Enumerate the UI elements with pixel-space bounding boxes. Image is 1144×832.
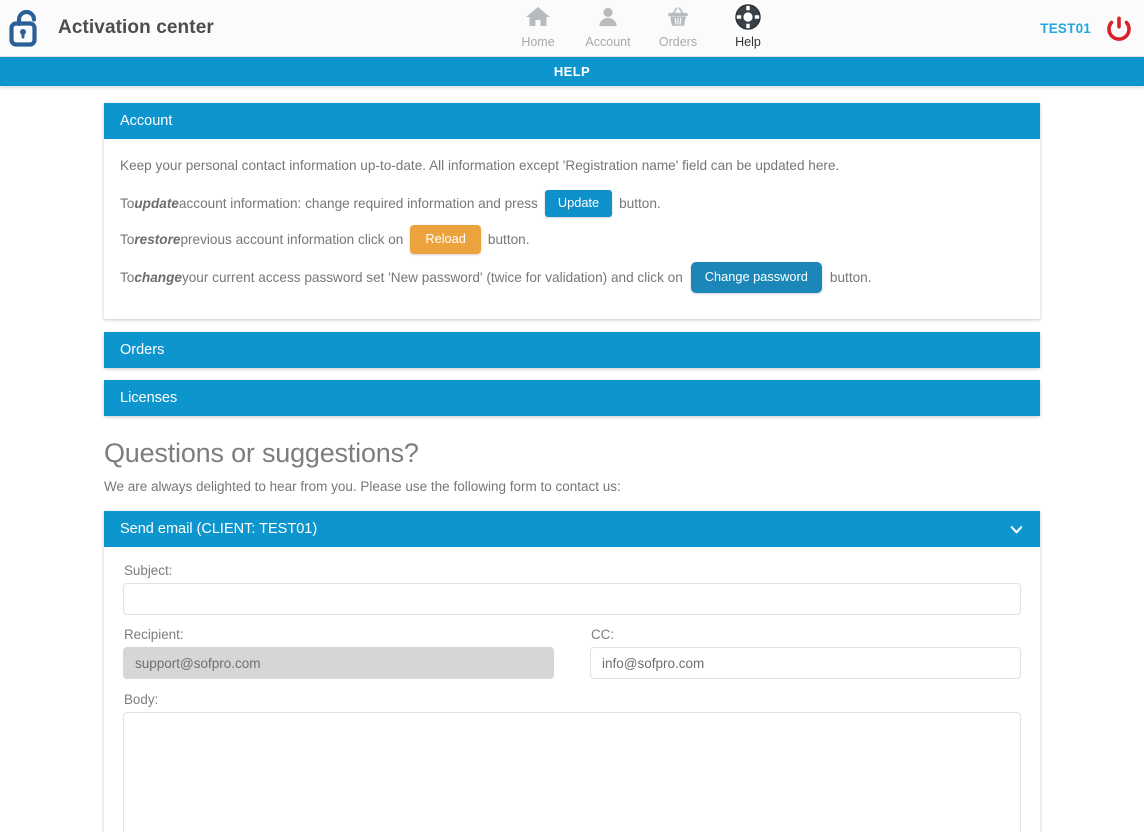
account-update-line: To update account information: change re… <box>120 190 1024 218</box>
update-button[interactable]: Update <box>544 190 613 218</box>
user-area: TEST01 <box>1040 0 1134 57</box>
page-title: HELP <box>553 64 591 79</box>
panel-orders-header[interactable]: Orders <box>104 332 1040 369</box>
recipient-input <box>123 647 554 680</box>
brand-title: Activation center <box>58 17 214 38</box>
brand: Activation center <box>0 7 214 49</box>
person-icon <box>597 3 619 31</box>
main-navigation: Home Account Orders Help <box>503 0 783 57</box>
recipient-field-group: Recipient: <box>123 627 554 680</box>
panel-send-email: Send email (CLIENT: TEST01) Subject: Rec… <box>104 511 1040 832</box>
app-header: Activation center Home Account Orders He… <box>0 0 1144 57</box>
panel-account: Account Keep your personal contact infor… <box>104 103 1040 320</box>
page-title-bar: HELP <box>0 57 1144 86</box>
change-line-pre: To <box>120 270 135 286</box>
nav-item-account[interactable]: Account <box>573 0 643 49</box>
restore-line-post: button. <box>487 232 530 248</box>
change-emphasis: change <box>134 270 182 286</box>
panel-send-email-header[interactable]: Send email (CLIENT: TEST01) <box>104 511 1040 548</box>
cc-input[interactable] <box>590 647 1021 680</box>
cc-field-group: CC: <box>590 627 1021 680</box>
nav-label-account: Account <box>585 35 631 49</box>
lifebuoy-icon <box>735 3 761 31</box>
power-icon[interactable] <box>1104 14 1134 44</box>
questions-heading: Questions or suggestions? <box>104 438 419 469</box>
update-line-pre: To <box>120 196 135 212</box>
body-field-group: Body: <box>123 692 1021 832</box>
restore-emphasis: restore <box>134 232 181 248</box>
panel-licenses-title: Licenses <box>120 390 178 407</box>
change-line-mid: your current access password set 'New pa… <box>181 270 683 286</box>
cc-label: CC: <box>591 627 615 643</box>
subject-label: Subject: <box>124 563 173 579</box>
nav-label-orders: Orders <box>658 35 698 49</box>
panel-account-body: Keep your personal contact information u… <box>104 139 1040 319</box>
basket-icon <box>666 3 690 31</box>
restore-line-mid: previous account information click on <box>180 232 404 248</box>
update-line-mid: account information: change required inf… <box>178 196 538 212</box>
questions-subtext: We are always delighted to hear from you… <box>104 479 621 495</box>
page-content: Account Keep your personal contact infor… <box>104 86 1040 832</box>
nav-item-help[interactable]: Help <box>713 0 783 49</box>
account-restore-line: To restore previous account information … <box>120 225 1024 255</box>
panel-account-header[interactable]: Account <box>104 103 1040 139</box>
nav-item-orders[interactable]: Orders <box>643 0 713 49</box>
update-emphasis: update <box>134 196 179 212</box>
subject-field-group: Subject: <box>123 563 1021 616</box>
change-password-button[interactable]: Change password <box>690 262 822 294</box>
panel-licenses-header[interactable]: Licenses <box>104 380 1040 417</box>
nav-label-help: Help <box>735 35 761 49</box>
change-line-post: button. <box>829 270 872 286</box>
recipient-cc-row: Recipient: CC: <box>123 627 1021 680</box>
body-textarea[interactable] <box>123 712 1021 832</box>
open-padlock-icon <box>8 7 46 49</box>
account-intro-text: Keep your personal contact information u… <box>120 158 840 173</box>
recipient-label: Recipient: <box>124 627 184 643</box>
panel-orders-title: Orders <box>120 342 165 359</box>
nav-item-home[interactable]: Home <box>503 0 573 49</box>
subject-input[interactable] <box>123 583 1021 616</box>
body-label: Body: <box>124 692 159 708</box>
update-line-post: button. <box>619 196 661 212</box>
reload-button[interactable]: Reload <box>410 225 481 255</box>
home-icon <box>525 3 551 31</box>
username-link[interactable]: TEST01 <box>1040 21 1091 36</box>
panel-orders: Orders <box>104 332 1040 369</box>
chevron-down-icon[interactable] <box>1009 522 1024 537</box>
account-change-line: To change your current access password s… <box>120 262 1024 294</box>
nav-label-home: Home <box>521 35 555 49</box>
panel-account-title: Account <box>120 113 173 129</box>
panel-licenses: Licenses <box>104 380 1040 417</box>
panel-send-email-title: Send email (CLIENT: TEST01) <box>120 521 318 538</box>
send-email-form: Subject: Recipient: CC: Body: <box>104 547 1040 832</box>
restore-line-pre: To <box>120 232 135 248</box>
